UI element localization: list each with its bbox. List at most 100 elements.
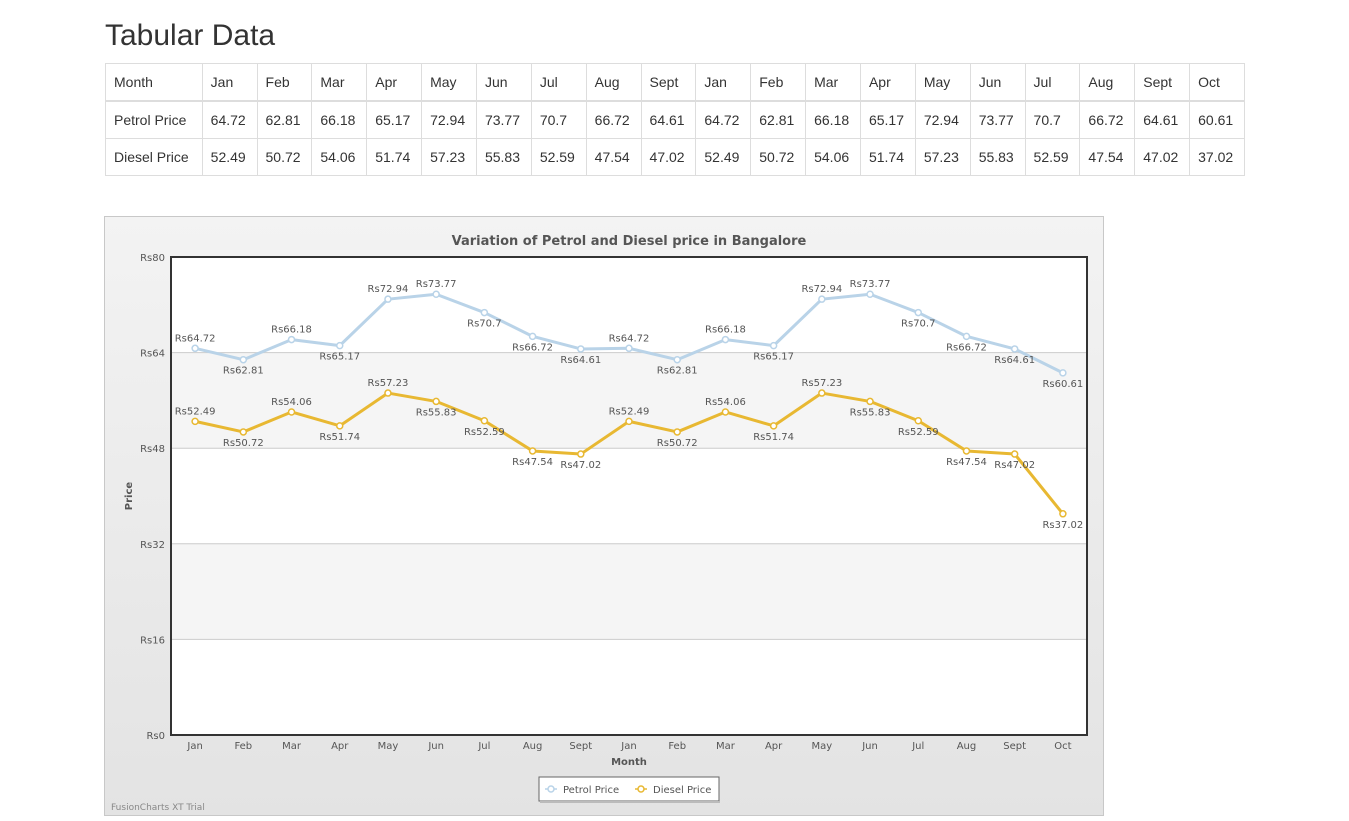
- x-tick-label: Jun: [861, 741, 878, 752]
- data-point[interactable]: [1059, 369, 1067, 377]
- table-cell: 51.74: [859, 138, 916, 176]
- data-point[interactable]: [528, 332, 537, 341]
- data-point[interactable]: [818, 295, 826, 303]
- data-label: Rs54.06: [271, 397, 312, 408]
- data-point[interactable]: [818, 389, 826, 397]
- data-point[interactable]: [914, 417, 923, 425]
- data-point[interactable]: [1010, 345, 1019, 353]
- data-label: Rs57.23: [801, 378, 842, 389]
- data-point[interactable]: [962, 332, 971, 341]
- table-cell: 57.23: [914, 138, 971, 176]
- table-cell: 65.17: [859, 100, 916, 139]
- table-header-cell: Jan: [695, 63, 752, 102]
- data-point[interactable]: [914, 308, 923, 317]
- data-label: Rs66.18: [271, 325, 312, 336]
- data-point[interactable]: [577, 345, 585, 353]
- data-point[interactable]: [625, 344, 633, 353]
- x-axis-label: Month: [611, 757, 647, 768]
- price-line-chart: Variation of Petrol and Diesel price in …: [111, 234, 1088, 813]
- table-header-cell: Aug: [1079, 63, 1136, 102]
- table-header-cell: Jun: [475, 63, 532, 102]
- legend-marker-icon: [547, 785, 555, 793]
- y-tick-label: Rs16: [140, 635, 165, 646]
- data-label: Rs60.61: [1042, 379, 1083, 390]
- data-point[interactable]: [384, 295, 392, 303]
- data-point[interactable]: [191, 417, 199, 426]
- data-point[interactable]: [287, 335, 296, 344]
- table-row-label: Petrol Price: [105, 100, 203, 139]
- table-cell: 66.72: [585, 100, 642, 139]
- data-point[interactable]: [432, 290, 440, 298]
- x-tick-label: Jun: [427, 741, 444, 752]
- data-point[interactable]: [962, 447, 971, 455]
- data-label: Rs47.54: [946, 457, 987, 468]
- table-cell: 47.54: [1079, 138, 1136, 176]
- data-point[interactable]: [673, 355, 681, 364]
- data-point[interactable]: [335, 422, 344, 430]
- data-label: Rs70.7: [901, 319, 935, 330]
- data-label: Rs50.72: [223, 438, 264, 449]
- table-row: Petrol Price 64.72 62.81 66.18 65.17 72.94 73.…: [105, 100, 1245, 139]
- x-tick-label: May: [811, 741, 832, 752]
- data-point[interactable]: [384, 389, 392, 397]
- legend-shadow: [540, 801, 720, 803]
- data-point[interactable]: [191, 344, 199, 353]
- table-cell: 72.94: [421, 100, 477, 139]
- table-cell: 57.23: [421, 138, 477, 176]
- data-label: Rs50.72: [657, 438, 698, 449]
- data-label: Rs72.94: [801, 284, 842, 295]
- table-cell: 47.02: [640, 138, 697, 176]
- data-point[interactable]: [866, 397, 874, 406]
- data-point[interactable]: [673, 428, 681, 436]
- data-point[interactable]: [239, 428, 248, 436]
- data-point[interactable]: [721, 408, 730, 416]
- data-label: Rs73.77: [416, 279, 457, 290]
- table-header-row: Month Jan Feb Mar Apr May Jun Jul Aug Sept Jan Feb…: [105, 63, 1245, 102]
- data-point[interactable]: [432, 397, 440, 406]
- data-point[interactable]: [239, 355, 248, 364]
- data-label: Rs52.59: [898, 427, 939, 438]
- table-header-cell: Feb: [256, 63, 313, 102]
- table-header-cell: May: [914, 63, 971, 102]
- x-tick-label: Apr: [765, 741, 783, 752]
- data-point[interactable]: [866, 290, 874, 298]
- table-cell: 64.61: [640, 100, 697, 139]
- data-label: Rs62.81: [657, 366, 698, 377]
- data-point[interactable]: [1059, 510, 1067, 518]
- data-point[interactable]: [480, 417, 489, 425]
- table-header-cell: Apr: [366, 63, 423, 102]
- data-point[interactable]: [480, 308, 489, 317]
- data-point[interactable]: [528, 447, 537, 455]
- data-point[interactable]: [625, 417, 633, 426]
- table-header-month: Month: [105, 63, 203, 102]
- x-tick-label: May: [378, 741, 399, 752]
- x-tick-label: Mar: [282, 741, 302, 752]
- data-point[interactable]: [577, 450, 585, 458]
- table-cell: 66.18: [805, 100, 861, 139]
- table-cell: 62.81: [750, 100, 807, 139]
- table-cell: 54.06: [311, 138, 368, 176]
- data-label: Rs51.74: [319, 432, 360, 443]
- data-point[interactable]: [287, 408, 296, 416]
- table-header-cell: Jul: [530, 63, 587, 102]
- page-title: Tabular Data: [105, 19, 276, 52]
- data-point[interactable]: [721, 335, 730, 344]
- x-tick-label: Mar: [716, 741, 736, 752]
- data-label: Rs57.23: [368, 378, 409, 389]
- table-cell: 47.54: [585, 138, 642, 176]
- table-cell: 52.49: [695, 138, 752, 176]
- x-tick-label: Jul: [911, 741, 924, 752]
- table-cell: 66.72: [1079, 100, 1136, 139]
- data-point[interactable]: [335, 341, 344, 350]
- table-header-cell: Sept: [640, 63, 697, 102]
- table-header-cell: Feb: [750, 63, 807, 102]
- data-label: Rs64.61: [560, 355, 601, 366]
- data-label: Rs66.18: [705, 325, 746, 336]
- data-point[interactable]: [769, 341, 778, 350]
- data-label: Rs51.74: [753, 432, 794, 443]
- table-header-cell: Jan: [201, 63, 258, 102]
- data-label: Rs52.49: [609, 406, 650, 417]
- data-point[interactable]: [1010, 450, 1019, 458]
- table-cell: 54.06: [805, 138, 861, 176]
- data-point[interactable]: [769, 422, 778, 430]
